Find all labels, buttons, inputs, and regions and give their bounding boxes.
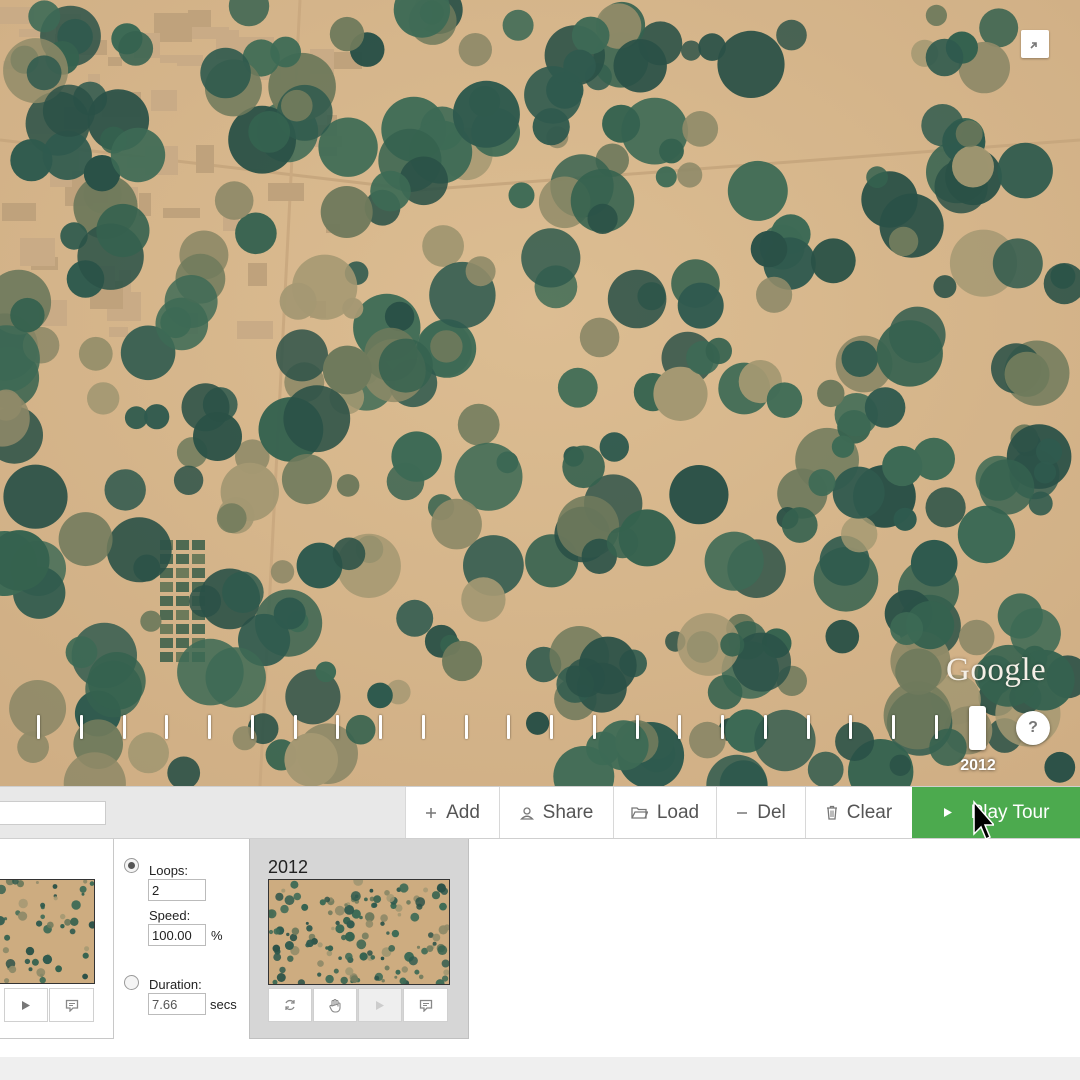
timeline-tick[interactable] <box>592 715 596 739</box>
tour-name-input[interactable] <box>0 801 106 825</box>
keyframe-thumbnail[interactable] <box>268 879 450 985</box>
add-button[interactable]: Add <box>405 787 499 838</box>
play-icon <box>943 807 953 818</box>
timeline-tick[interactable] <box>293 715 297 739</box>
timeline-tick[interactable] <box>849 715 853 739</box>
duration-input[interactable] <box>148 993 206 1015</box>
timeline-year-label: 2012 <box>960 757 996 774</box>
keyframe-year: 2012 <box>268 857 309 877</box>
help-button[interactable]: ? <box>1016 711 1050 745</box>
timeline-tick[interactable] <box>721 715 724 739</box>
duration-label: Duration: <box>149 977 202 992</box>
loops-label: Loops: <box>149 863 189 878</box>
timeline-tick[interactable] <box>507 715 511 739</box>
share-button[interactable]: Share <box>499 787 613 838</box>
timeline-tick[interactable] <box>550 715 553 739</box>
keyframe-card-selected[interactable]: 2012 <box>249 839 469 1039</box>
comment-icon <box>419 999 432 1012</box>
timeline-handle[interactable] <box>969 706 986 750</box>
help-icon: ? <box>1028 719 1038 736</box>
plus-icon <box>425 807 437 819</box>
speed-input[interactable] <box>148 924 206 946</box>
share-icon <box>519 806 534 820</box>
play-icon <box>22 1000 30 1010</box>
timeline-tick[interactable] <box>892 715 895 739</box>
timeline-tick[interactable] <box>635 715 639 739</box>
hand-icon <box>329 998 341 1013</box>
collapse-icon <box>1030 42 1037 49</box>
load-button[interactable]: Load <box>613 787 716 838</box>
loops-input[interactable] <box>148 879 206 901</box>
keyframe-pan-button[interactable] <box>313 988 357 1022</box>
load-button-label: Load <box>656 801 700 823</box>
play-tour-button-label: Play Tour <box>970 801 1050 823</box>
keyframe-play-button[interactable] <box>4 988 48 1022</box>
loop-icon <box>285 999 295 1011</box>
delete-button-label: Del <box>757 801 786 823</box>
delete-button[interactable]: Del <box>716 787 805 838</box>
keyframe-card[interactable] <box>0 839 114 1039</box>
tour-toolbar: Add Share Load Del Clear Play Tour <box>0 786 1080 839</box>
keyframe-play-button[interactable] <box>358 988 402 1022</box>
speed-unit: % <box>211 928 223 943</box>
timeline-tick[interactable] <box>421 715 425 739</box>
tour-panel: Loops: Speed: % Duration: secs 2012 <box>0 839 1080 1057</box>
timeline-tick[interactable] <box>122 715 126 739</box>
timeline-tick[interactable] <box>934 715 938 739</box>
status-strip <box>0 1057 1080 1080</box>
keyframe-thumbnail-image <box>269 880 449 984</box>
keyframe-thumbnail[interactable] <box>0 879 95 984</box>
add-button-label: Add <box>446 801 480 823</box>
timeline-tick[interactable] <box>208 715 211 739</box>
speed-label: Speed: <box>149 908 191 923</box>
satellite-imagery <box>0 0 1080 786</box>
timeline-tick[interactable] <box>379 715 382 739</box>
play-icon <box>376 1000 384 1010</box>
keyframe-thumbnail-image <box>0 880 94 983</box>
timeline-tick[interactable] <box>678 715 682 739</box>
clear-button-label: Clear <box>846 801 893 823</box>
timeline-tick[interactable] <box>79 715 83 739</box>
share-button-label: Share <box>542 801 594 823</box>
timeline <box>0 704 1080 784</box>
keyframe-loop-button[interactable] <box>268 988 312 1022</box>
timeline-tick[interactable] <box>464 715 468 739</box>
trash-icon <box>826 805 838 820</box>
duration-unit: secs <box>210 997 237 1012</box>
satellite-map[interactable]: Google 2012 ? <box>0 0 1080 786</box>
timeline-tick[interactable] <box>336 715 340 739</box>
keyframe-comment-button[interactable] <box>49 988 94 1022</box>
timeline-tick[interactable] <box>37 715 40 739</box>
timeline-tick[interactable] <box>806 715 810 739</box>
keyframe-comment-button[interactable] <box>403 988 448 1022</box>
timeline-tick[interactable] <box>165 715 169 739</box>
loops-radio[interactable] <box>124 858 139 873</box>
duration-radio[interactable] <box>124 975 139 990</box>
folder-icon <box>631 806 648 819</box>
clear-button[interactable]: Clear <box>805 787 912 838</box>
collapse-map-button[interactable] <box>1021 30 1049 58</box>
minus-icon <box>736 807 748 819</box>
google-logo: Google <box>946 652 1047 688</box>
timeline-tick[interactable] <box>250 715 254 739</box>
play-tour-button[interactable]: Play Tour <box>912 787 1080 838</box>
timeline-tick[interactable] <box>763 715 767 739</box>
comment-icon <box>65 999 78 1012</box>
